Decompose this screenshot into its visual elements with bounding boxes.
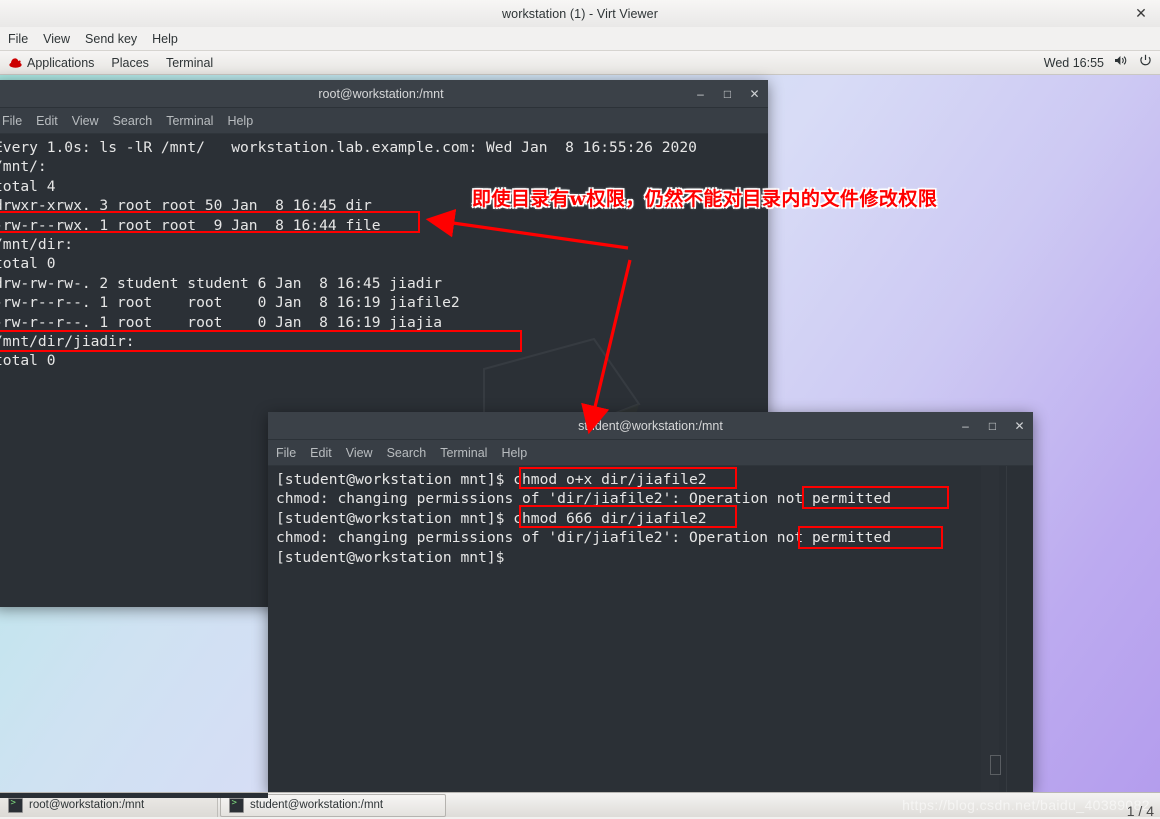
terminal1-line: drw-rw-rw-. 2 student student 6 Jan 8 16… [0,274,443,292]
terminal1-window-buttons: – □ ✕ [695,80,760,107]
terminal2-title: student@workstation:/mnt [578,418,723,433]
terminal2-menu-help[interactable]: Help [501,446,527,460]
terminal-icon [8,797,23,813]
power-icon[interactable] [1139,54,1152,72]
highlight-box-dir-permissions [0,211,420,233]
panel-status-area: Wed 16:55 [1044,54,1152,72]
bottom-taskbar: root@workstation:/mnt student@workstatio… [0,792,1160,819]
virt-viewer-menubar: File View Send key Help [0,27,1160,51]
terminal1-line: /mnt/dir: [0,236,74,254]
terminal1-line: total 0 [0,352,56,370]
terminal2-window-buttons: – □ ✕ [960,412,1025,439]
menu-item-view[interactable]: View [43,32,70,46]
blog-watermark: https://blog.csdn.net/baidu_40389082 [902,797,1150,813]
terminal1-line: -rw-r--r--. 1 root root 0 Jan 8 16:19 ji… [0,294,460,312]
red-hat-logo-icon [8,56,23,69]
window-close-button[interactable]: ✕ [1132,4,1150,22]
gnome-top-panel: Applications Places Terminal Wed 16:55 [0,51,1160,75]
terminal2-menu-terminal[interactable]: Terminal [440,446,487,460]
terminal2-cursor [990,755,1001,775]
terminal1-minimize-button[interactable]: – [695,88,706,100]
virt-viewer-title: workstation (1) - Virt Viewer [502,6,658,21]
terminal2-titlebar: student@workstation:/mnt – □ ✕ [268,412,1033,440]
terminal1-menu-search[interactable]: Search [113,114,153,128]
highlight-box-not-permitted-1 [802,486,949,509]
taskbar-left-edge [0,793,268,798]
terminal2-minimize-button[interactable]: – [960,420,971,432]
terminal1-maximize-button[interactable]: □ [722,88,733,100]
terminal1-menu-view[interactable]: View [72,114,99,128]
panel-item-terminal[interactable]: Terminal [166,56,213,70]
terminal1-titlebar: root@workstation:/mnt – □ ✕ [0,80,768,108]
volume-icon[interactable] [1114,54,1129,72]
menu-item-file[interactable]: File [8,32,28,46]
terminal1-menu-edit[interactable]: Edit [36,114,58,128]
terminal1-line: /mnt/: [0,158,47,176]
virt-viewer-titlebar: workstation (1) - Virt Viewer [0,0,1160,28]
terminal2-line: [student@workstation mnt]$ [276,548,505,566]
terminal2-scrollbar[interactable] [981,466,999,793]
terminal1-line: total 0 [0,255,56,273]
annotation-note: 即使目录有w权限，仍然不能对目录内的文件修改权限 [472,188,938,210]
terminal2-maximize-button[interactable]: □ [987,420,998,432]
highlight-box-chmod-666-command [519,505,737,528]
panel-item-applications[interactable]: Applications [27,56,94,70]
highlight-box-not-permitted-2 [798,526,943,549]
menu-item-help[interactable]: Help [152,32,178,46]
terminal1-menu-file[interactable]: File [2,114,22,128]
highlight-box-jiafile2-row [0,330,522,352]
terminal-icon [229,797,244,813]
terminal1-menu-help[interactable]: Help [227,114,253,128]
panel-item-places[interactable]: Places [111,56,149,70]
terminal2-menu-search[interactable]: Search [387,446,427,460]
terminal2-menu-file[interactable]: File [276,446,296,460]
menu-item-send-key[interactable]: Send key [85,32,137,46]
terminal1-line: Every 1.0s: ls -lR /mnt/ workstation.lab… [0,139,697,156]
terminal2-menu-view[interactable]: View [346,446,373,460]
terminal1-menu-terminal[interactable]: Terminal [166,114,213,128]
terminal1-menubar: File Edit View Search Terminal Help [0,108,768,134]
taskbar-button-label: student@workstation:/mnt [250,799,384,811]
terminal1-title: root@workstation:/mnt [318,86,444,101]
terminal2-menu-edit[interactable]: Edit [310,446,332,460]
terminal2-close-button[interactable]: ✕ [1014,420,1025,432]
terminal2-inner-edge [1006,466,1007,793]
taskbar-button-label: root@workstation:/mnt [29,799,145,811]
panel-clock[interactable]: Wed 16:55 [1044,56,1104,70]
highlight-box-chmod-ox-command [519,467,737,489]
terminal1-close-button[interactable]: ✕ [749,88,760,100]
terminal2-menubar: File Edit View Search Terminal Help [268,440,1033,466]
